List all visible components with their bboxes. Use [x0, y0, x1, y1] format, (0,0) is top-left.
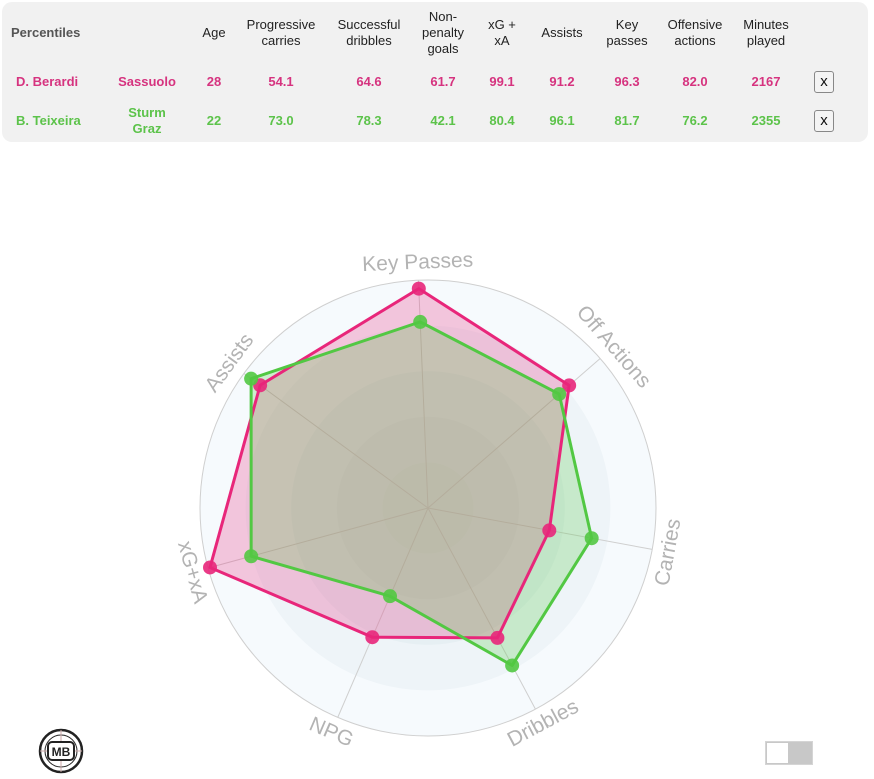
stat-value: 22: [206, 113, 222, 128]
radar-ring: [245, 325, 611, 691]
data-point: [552, 387, 567, 402]
data-point: [244, 371, 259, 386]
remove-player-button[interactable]: x: [814, 71, 834, 93]
data-point: [413, 314, 428, 329]
series-line-2: [249, 320, 594, 667]
stat-value: 2355: [751, 113, 781, 128]
data-point: [584, 531, 599, 546]
radar-axis-line: [417, 280, 429, 509]
data-point: [562, 378, 577, 393]
stat-value: 96.1: [549, 113, 575, 128]
stat-value: 64.6: [356, 74, 382, 89]
team-name-line: Sassuolo: [118, 74, 176, 89]
data-point: [383, 589, 398, 604]
column-header-line: Minutes: [743, 17, 789, 32]
stat-value: 96.3: [614, 74, 640, 89]
radar-ring: [291, 371, 565, 645]
data-point: [244, 549, 259, 564]
stat-value: 28: [206, 74, 222, 89]
series-area-2: [251, 321, 592, 666]
radar-ring: [382, 462, 474, 554]
stat-value: 81.7: [614, 113, 640, 128]
axis-label: Off Actions: [572, 301, 656, 392]
stat-value: 78.3: [356, 113, 382, 128]
player-name[interactable]: B. Teixeira: [16, 113, 81, 129]
remove-player-button[interactable]: x: [814, 110, 834, 132]
view-toggle[interactable]: [765, 741, 813, 765]
data-point: [253, 378, 268, 393]
radar-axis-line: [337, 507, 429, 718]
series-line-1: [208, 287, 571, 640]
data-point: [542, 523, 557, 538]
axis-label: Dribbles: [504, 695, 583, 752]
data-point: [490, 630, 505, 645]
axis-label: Carries: [651, 517, 686, 588]
data-point: [505, 658, 520, 673]
data-point: [365, 630, 380, 645]
player-name[interactable]: D. Berardi: [16, 74, 78, 90]
comparison-table-panel: Percentiles Age Progressive carries Successf…: [2, 2, 868, 142]
radar-axis-line: [427, 358, 601, 509]
axis-label: Key Passes: [362, 248, 474, 276]
stat-value: 54.1: [268, 74, 294, 89]
team-name-line: Graz: [132, 121, 162, 136]
stat-value: 2167: [751, 74, 781, 89]
column-header[interactable]: Progressive carries: [236, 17, 326, 49]
column-header-line: Progressive: [246, 17, 316, 32]
data-point: [203, 560, 218, 575]
radar-axis-line: [207, 507, 429, 569]
stat-value: 82.0: [682, 74, 708, 89]
stat-value: 76.2: [682, 113, 708, 128]
toggle-knob[interactable]: [767, 743, 788, 763]
axis-label: xG+xA: [173, 539, 212, 606]
radar-ring: [336, 416, 520, 600]
column-header-line: carries: [261, 33, 301, 48]
mb-logo-icon: MB: [38, 728, 84, 779]
team-name-line: Sturm: [128, 105, 166, 120]
axis-label: NPG: [306, 713, 357, 752]
table-title: Percentiles: [11, 25, 81, 40]
series-area-1: [210, 288, 570, 638]
stat-value: 73.0: [268, 113, 294, 128]
axis-label: Assists: [201, 329, 259, 396]
radar-outer-ring: [199, 279, 657, 737]
team-name: Sassuolo: [107, 74, 187, 90]
column-header[interactable]: Minutes played: [721, 17, 811, 49]
radar-axis-line: [243, 373, 429, 509]
data-point: [411, 281, 426, 296]
logo-text: MB: [52, 745, 71, 759]
stat-value: 91.2: [549, 74, 575, 89]
radar-axis-line: [427, 507, 653, 550]
column-header-line: played: [746, 33, 786, 48]
radar-axis-line: [427, 507, 536, 710]
team-name: Sturm Graz: [107, 105, 187, 137]
